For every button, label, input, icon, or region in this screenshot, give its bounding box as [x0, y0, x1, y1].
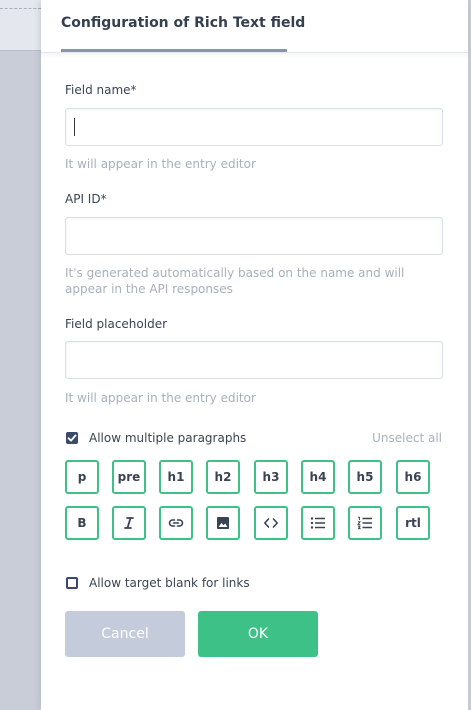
italic-icon: [114, 508, 144, 538]
cancel-button[interactable]: Cancel: [65, 611, 185, 657]
image-icon: [208, 508, 238, 538]
format-button-bullet-list[interactable]: [301, 506, 335, 540]
checkmark-icon: [67, 434, 77, 442]
title-underline: [61, 49, 287, 52]
api-id-input[interactable]: [65, 217, 443, 255]
multiple-paragraphs-checkbox[interactable]: [66, 432, 78, 444]
format-button-numbered-list[interactable]: [348, 506, 382, 540]
format-button-label: h5: [356, 470, 374, 484]
api-id-label: API ID*: [65, 192, 107, 206]
panel-header: Configuration of Rich Text field: [41, 0, 468, 53]
format-button-h6[interactable]: h6: [396, 460, 430, 494]
format-button-label: B: [77, 516, 87, 530]
field-name-input[interactable]: [65, 108, 443, 146]
format-button-label: h4: [309, 470, 327, 484]
target-blank-checkbox[interactable]: [66, 577, 78, 589]
format-button-bold[interactable]: B: [65, 506, 99, 540]
placeholder-hint: It will appear in the entry editor: [65, 391, 256, 405]
format-button-image[interactable]: [206, 506, 240, 540]
format-button-p[interactable]: p: [65, 460, 99, 494]
code-icon: [256, 508, 286, 538]
format-button-rtl[interactable]: rtl: [396, 506, 430, 540]
format-button-label: rtl: [405, 516, 421, 530]
page-backdrop: [0, 0, 41, 710]
format-button-label: h1: [167, 470, 185, 484]
placeholder-label: Field placeholder: [65, 317, 168, 331]
format-button-h1[interactable]: h1: [159, 460, 193, 494]
field-name-label: Field name*: [65, 83, 137, 97]
format-button-link[interactable]: [159, 506, 193, 540]
bullet-list-icon: [303, 508, 333, 538]
unselect-all-link[interactable]: Unselect all: [372, 431, 442, 445]
format-button-h5[interactable]: h5: [348, 460, 382, 494]
ok-button[interactable]: OK: [198, 611, 318, 657]
field-name-hint: It will appear in the entry editor: [65, 157, 256, 171]
text-caret: [74, 118, 75, 136]
target-blank-label[interactable]: Allow target blank for links: [89, 576, 250, 590]
format-button-h2[interactable]: h2: [206, 460, 240, 494]
format-button-italic[interactable]: [112, 506, 146, 540]
format-button-label: h6: [404, 470, 422, 484]
config-side-panel: Configuration of Rich Text field Field n…: [41, 0, 468, 710]
format-button-h4[interactable]: h4: [301, 460, 335, 494]
backdrop-divider: [0, 8, 41, 9]
format-button-label: pre: [117, 470, 141, 484]
format-button-label: p: [77, 470, 87, 484]
format-button-h3[interactable]: h3: [254, 460, 288, 494]
format-button-pre[interactable]: pre: [112, 460, 146, 494]
link-icon: [161, 508, 191, 538]
api-id-hint: It's generated automatically based on th…: [65, 266, 405, 296]
placeholder-input[interactable]: [65, 341, 443, 379]
panel-title: Configuration of Rich Text field: [61, 15, 306, 31]
multiple-paragraphs-label[interactable]: Allow multiple paragraphs: [89, 431, 246, 445]
format-button-label: h3: [262, 470, 280, 484]
numbered-list-icon: [350, 508, 380, 538]
format-button-code[interactable]: [254, 506, 288, 540]
format-button-label: h2: [214, 470, 232, 484]
